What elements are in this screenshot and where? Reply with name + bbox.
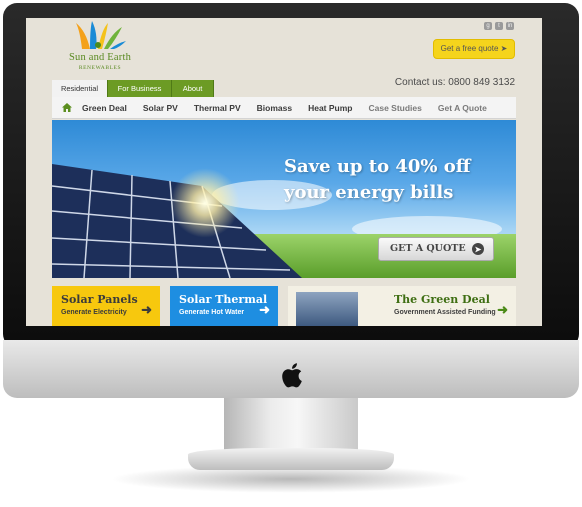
apple-logo-icon xyxy=(282,363,302,388)
hero-banner: Save up to 40% off your energy bills GET… xyxy=(52,120,516,278)
logo-subtitle: RENEWABLES xyxy=(78,65,122,71)
arrow-right-icon: ➜ xyxy=(497,302,508,317)
sun-rays-icon xyxy=(76,21,126,49)
promo-subtitle: Government Assisted Funding xyxy=(394,309,496,316)
promo-subtitle: Generate Hot Water xyxy=(179,309,245,316)
home-icon[interactable] xyxy=(62,103,72,112)
promo-title: Solar Thermal xyxy=(179,293,268,306)
nav-get-a-quote[interactable]: Get A Quote xyxy=(438,103,487,113)
promo-title: Solar Panels xyxy=(61,293,138,306)
free-quote-button[interactable]: Get a free quote ➤ xyxy=(433,39,515,59)
nav-heat-pump[interactable]: Heat Pump xyxy=(308,103,352,113)
tab-for-business[interactable]: For Business xyxy=(108,80,172,97)
hero-get-quote-button[interactable]: GET A QUOTE ➤ xyxy=(378,237,494,261)
promo-subtitle: Generate Electricity xyxy=(61,309,127,316)
monitor-stand-neck xyxy=(224,398,358,453)
handshake-image xyxy=(296,292,358,326)
promo-solar-thermal[interactable]: Solar Thermal Generate Hot Water ➜ xyxy=(170,286,278,326)
nav-solar-pv[interactable]: Solar PV xyxy=(143,103,178,113)
googleplus-icon[interactable]: g xyxy=(484,22,492,30)
promo-title: The Green Deal xyxy=(394,293,490,306)
free-quote-label: Get a free quote xyxy=(440,44,499,53)
arrow-right-icon: ➜ xyxy=(259,302,270,317)
audience-tabs: Residential For Business About xyxy=(52,80,214,97)
hero-title-line2: your energy bills xyxy=(284,182,454,203)
website-screen: Sun and Earth RENEWABLES g t in Get a fr… xyxy=(26,18,542,326)
linkedin-icon[interactable]: in xyxy=(506,22,514,30)
social-links: g t in xyxy=(484,22,514,30)
hero-title: Save up to 40% off your energy bills xyxy=(284,154,471,206)
site-logo[interactable]: Sun and Earth RENEWABLES xyxy=(52,21,148,79)
tab-about[interactable]: About xyxy=(172,80,214,97)
nav-biomass[interactable]: Biomass xyxy=(257,103,292,113)
monitor-mockup: Sun and Earth RENEWABLES g t in Get a fr… xyxy=(0,0,582,507)
arrow-right-icon: ➤ xyxy=(472,243,484,255)
nav-thermal-pv[interactable]: Thermal PV xyxy=(194,103,241,113)
monitor-stand-foot xyxy=(188,448,394,470)
tab-residential[interactable]: Residential xyxy=(52,80,108,97)
promo-solar-panels[interactable]: Solar Panels Generate Electricity ➜ xyxy=(52,286,160,326)
nav-green-deal[interactable]: Green Deal xyxy=(82,103,127,113)
promo-green-deal[interactable]: The Green Deal Government Assisted Fundi… xyxy=(288,286,516,326)
contact-number: Contact us: 0800 849 3132 xyxy=(394,77,515,88)
twitter-icon[interactable]: t xyxy=(495,22,503,30)
nav-case-studies[interactable]: Case Studies xyxy=(368,103,421,113)
arrow-right-icon: ➤ xyxy=(500,44,508,53)
hero-title-line1: Save up to 40% off xyxy=(284,156,471,177)
arrow-right-icon: ➜ xyxy=(141,302,152,317)
sun-glare xyxy=(170,168,240,238)
logo-name: Sun and Earth xyxy=(68,52,132,63)
hero-get-quote-label: GET A QUOTE xyxy=(390,243,466,254)
main-nav: Green Deal Solar PV Thermal PV Biomass H… xyxy=(52,97,516,119)
